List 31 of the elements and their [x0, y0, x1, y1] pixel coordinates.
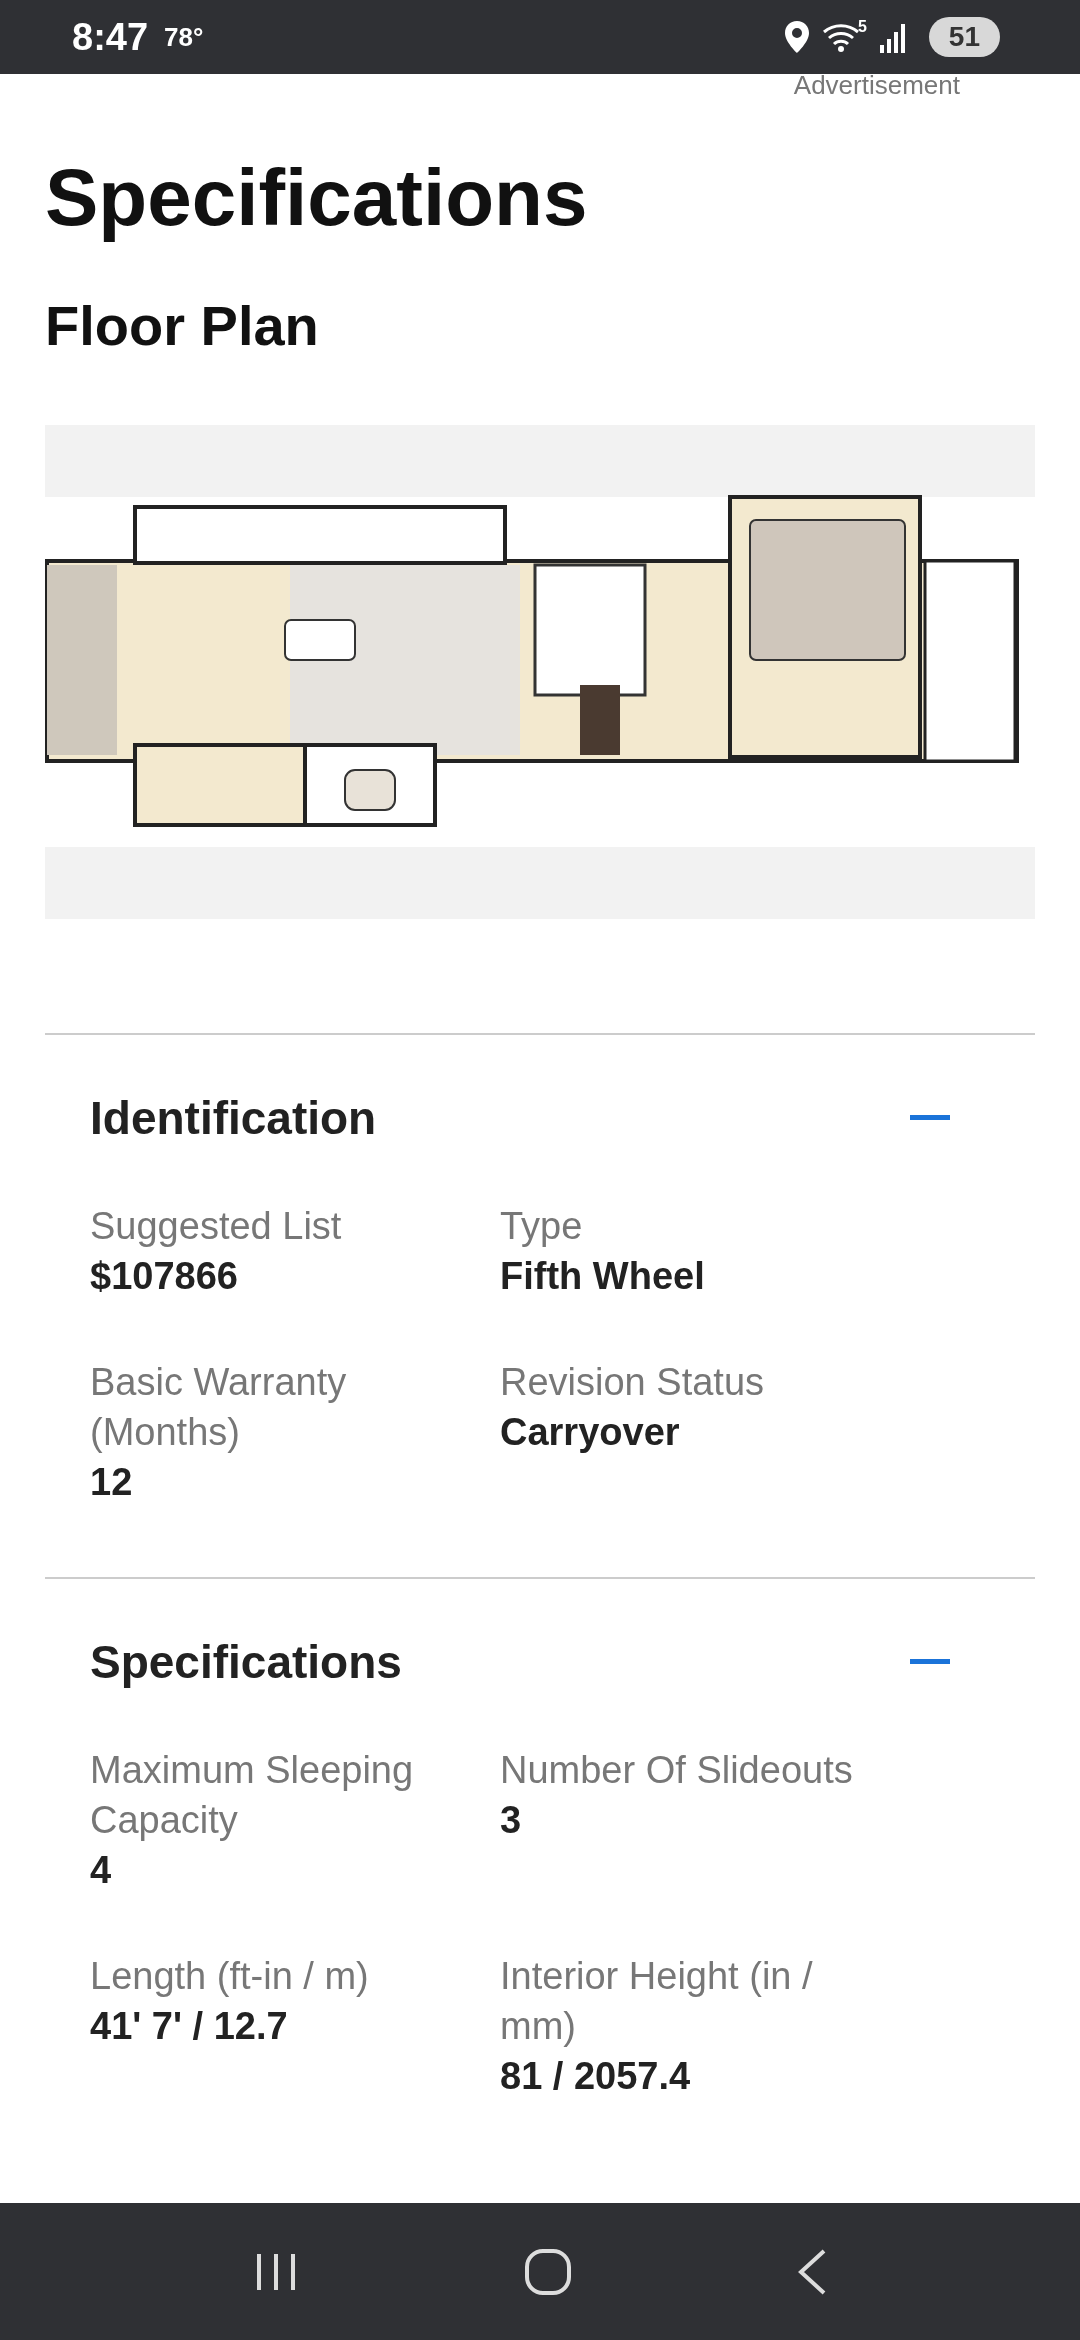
field-value: 41' 7' / 12.7 [90, 2004, 289, 2050]
battery-indicator: 51 [928, 17, 1000, 57]
page-title: Specifications [45, 152, 589, 244]
field-value: 81 / 2057.4 [500, 2054, 692, 2100]
field-value: Fifth Wheel [500, 1254, 706, 1300]
field-label: Revision Status [500, 1360, 765, 1406]
temperature: 78° [164, 21, 204, 53]
field-label: Maximum Sleeping Capacity [90, 1748, 415, 1844]
location-icon [783, 20, 810, 54]
advertisement-label: Advertisement [792, 74, 961, 96]
home-icon[interactable] [524, 2247, 572, 2296]
wifi-icon [821, 22, 860, 52]
field-label: Basic Warranty (Months) [90, 1360, 348, 1456]
field-value: 4 [90, 1848, 113, 1894]
field-label: Type [500, 1204, 584, 1250]
back-icon[interactable] [797, 2248, 828, 2295]
clock: 8:47 [72, 15, 149, 59]
section-title: Specifications [90, 1635, 402, 1690]
section-title: Identification [90, 1091, 377, 1146]
field-label: Interior Height (in / mm) [500, 1954, 814, 2050]
field-value: Carryover [500, 1410, 681, 1456]
minus-icon [910, 1659, 950, 1666]
field-value: 12 [90, 1460, 134, 1506]
field-label: Number Of Slideouts [500, 1748, 854, 1794]
minus-icon [910, 1115, 950, 1122]
field-value: $107866 [90, 1254, 239, 1300]
field-label: Suggested List [90, 1204, 343, 1250]
section-heading: Floor Plan [45, 293, 320, 359]
field-value: 3 [500, 1798, 523, 1844]
field-label: Length (ft-in / m) [90, 1954, 370, 2000]
wifi-label: 5 [857, 18, 867, 36]
